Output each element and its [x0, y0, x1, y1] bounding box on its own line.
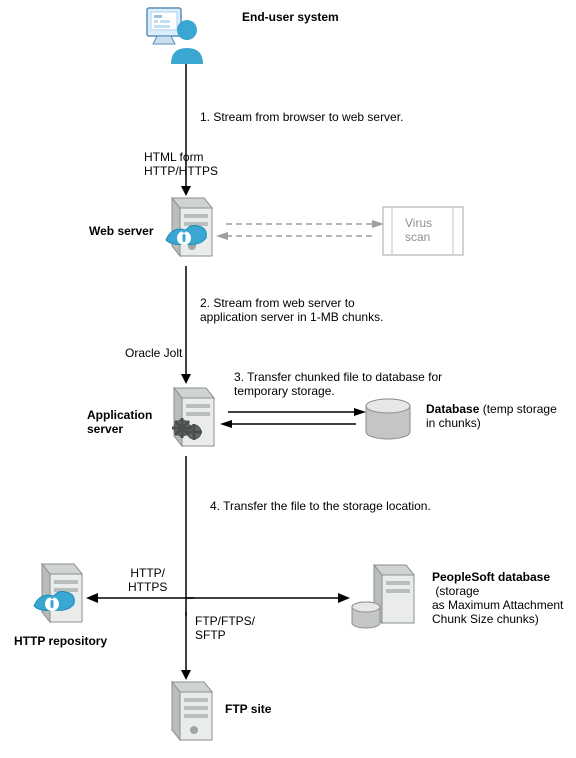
step-2: 2. Stream from web server to application… — [200, 296, 383, 324]
arrow-appserver-database — [220, 406, 366, 430]
edge-jolt: Oracle Jolt — [125, 346, 182, 360]
ftp-site-label: FTP site — [225, 702, 271, 716]
database-icon — [364, 398, 412, 442]
step-3: 3. Transfer chunked file to database for… — [234, 370, 442, 398]
http-repo-label: HTTP repository — [14, 634, 107, 648]
arrow-webserver-virusscan — [216, 218, 384, 242]
arrow-to-psdb — [186, 588, 350, 608]
app-server-icon — [160, 384, 220, 456]
ps-db-label: PeopleSoft database (storage as Maximum … — [432, 570, 576, 626]
http-repo-icon — [30, 562, 86, 632]
arrow-webserver-appserver — [176, 266, 196, 384]
ftp-site-icon — [160, 680, 216, 750]
edge-ftp: FTP/FTPS/ SFTP — [195, 614, 255, 642]
web-server-icon — [160, 196, 216, 266]
app-server-label: Application server — [87, 408, 152, 436]
web-server-label: Web server — [89, 224, 153, 238]
edge-http: HTTP/ HTTPS — [128, 566, 167, 594]
virus-scan-label: Virus scan — [405, 216, 432, 244]
database-label: Database (temp storage in chunks) — [426, 402, 557, 430]
end-user-label: End-user system — [242, 10, 339, 24]
arrow-enduser-webserver — [176, 64, 196, 196]
database-name: Database — [426, 402, 479, 416]
arrow-to-ftpsite — [176, 612, 196, 680]
step-1: 1. Stream from browser to web server. — [200, 110, 403, 124]
ps-db-icon — [350, 561, 424, 633]
ps-db-name: PeopleSoft database — [432, 570, 550, 584]
end-user-icon — [145, 6, 205, 66]
ps-db-note: (storage as Maximum Attachment Chunk Siz… — [432, 584, 563, 626]
step-4: 4. Transfer the file to the storage loca… — [210, 499, 431, 513]
